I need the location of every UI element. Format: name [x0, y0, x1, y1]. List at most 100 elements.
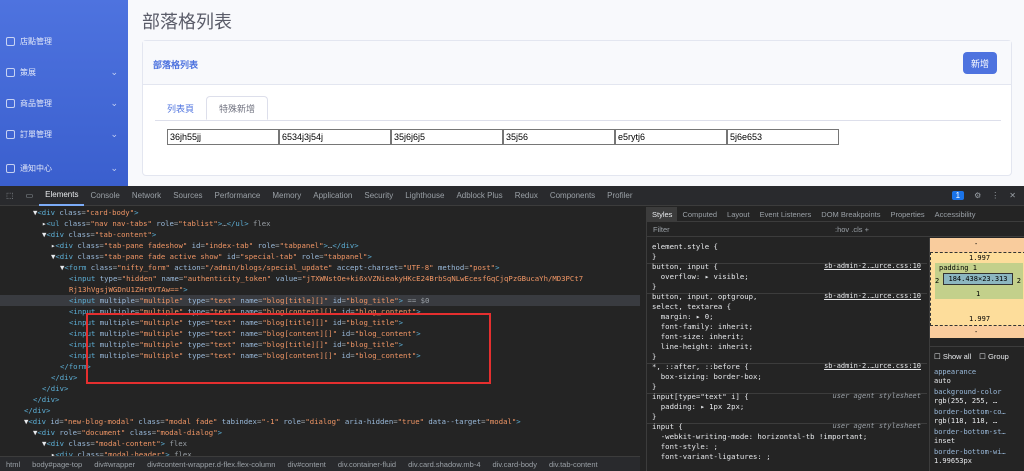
- computed-prop[interactable]: appearance auto: [934, 368, 1024, 386]
- devtools-tab-redux[interactable]: Redux: [509, 186, 544, 206]
- devtools-tab-profiler[interactable]: Profiler: [601, 186, 638, 206]
- styles-subtab-computed[interactable]: Computed: [677, 207, 722, 222]
- devtools-tabs: Elements Console Network Sources Performance…: [39, 186, 638, 206]
- breadcrumb-item[interactable]: html: [6, 460, 20, 469]
- devtools-tab-performance[interactable]: Performance: [209, 186, 267, 206]
- blog-title-input[interactable]: [167, 129, 279, 145]
- flag-icon: [6, 36, 15, 46]
- dom-node-line[interactable]: ▼<div class="tab-pane fade active show" …: [0, 251, 640, 262]
- sidebar-item-stores[interactable]: 店點管理: [0, 31, 128, 51]
- dom-node-line[interactable]: ▼<form class="nifty_form" action="/admin…: [0, 262, 640, 273]
- dom-node-line[interactable]: ▼<div id="new-blog-modal" class="modal f…: [0, 416, 640, 427]
- computed-prop[interactable]: background-color rgb(255, 255, …: [934, 388, 1024, 406]
- dom-breadcrumbs: html body#page-top div#wrapper div#content-…: [0, 456, 640, 471]
- devtools-tab-lighthouse[interactable]: Lighthouse: [399, 186, 450, 206]
- blog-content-input[interactable]: [279, 129, 391, 145]
- dom-node-line[interactable]: ▸<ul class="nav nav-tabs" role="tablist"…: [0, 218, 640, 229]
- styles-subtab-properties[interactable]: Properties: [885, 207, 929, 222]
- devtools-panel: ⬚ ▭ Elements Console Network Sources Perform…: [0, 186, 1024, 471]
- devtools-tab-elements[interactable]: Elements: [39, 186, 85, 206]
- tab-divider: [155, 120, 1001, 121]
- dom-node-line[interactable]: </div>: [0, 394, 640, 405]
- gear-icon[interactable]: ⚙: [974, 191, 981, 200]
- dom-node-line[interactable]: ▸<div class="tab-pane fadeshow" id="inde…: [0, 240, 640, 251]
- devtools-tab-memory[interactable]: Memory: [266, 186, 307, 206]
- inspect-icon[interactable]: ⬚: [0, 186, 20, 206]
- breadcrumb-item[interactable]: div#content-wrapper.d-flex.flex-column: [147, 460, 275, 469]
- blog-title-input[interactable]: [391, 129, 503, 145]
- devtools-tab-security[interactable]: Security: [358, 186, 399, 206]
- style-source-link[interactable]: sb-admin-2.…urce.css:10: [824, 362, 921, 370]
- more-icon[interactable]: ⋮: [991, 191, 999, 200]
- blog-content-input[interactable]: [727, 129, 839, 145]
- breadcrumb-item[interactable]: div.card-body: [493, 460, 537, 469]
- devtools-tab-adblock-plus[interactable]: Adblock Plus: [450, 186, 508, 206]
- box-model-padding: padding 1 2 2 1 184.438×23.313: [935, 263, 1023, 299]
- devtools-tab-application[interactable]: Application: [307, 186, 358, 206]
- sidebar-item-notifications[interactable]: 通知中心 ⌄: [0, 158, 128, 178]
- style-rule-line: box-sizing: border-box;: [652, 372, 762, 381]
- devtools-tab-sources[interactable]: Sources: [167, 186, 208, 206]
- style-rule-line: -webkit-writing-mode: horizontal-tb !imp…: [652, 432, 868, 441]
- breadcrumb-item[interactable]: body#page-top: [32, 460, 82, 469]
- dom-node-line[interactable]: </div>: [0, 383, 640, 394]
- style-source-link[interactable]: sb-admin-2.…urce.css:10: [824, 262, 921, 270]
- issues-badge[interactable]: 1: [951, 191, 965, 200]
- styles-subtab-layout[interactable]: Layout: [722, 207, 755, 222]
- styles-subtab-event-listeners[interactable]: Event Listeners: [755, 207, 817, 222]
- styles-subtab-dom-breakpoints[interactable]: DOM Breakpoints: [816, 207, 885, 222]
- blog-content-input[interactable]: [503, 129, 615, 145]
- sidebar-item-curation[interactable]: 策展 ⌄: [0, 62, 128, 82]
- group-checkbox[interactable]: ☐ Group: [979, 352, 1009, 361]
- chevron-down-icon: ⌄: [110, 98, 118, 108]
- blog-title-input[interactable]: [615, 129, 727, 145]
- show-all-checkbox[interactable]: ☐ Show all: [934, 352, 971, 361]
- bell-icon: [6, 163, 15, 173]
- devtools-tab-components[interactable]: Components: [544, 186, 601, 206]
- box-icon: [6, 98, 15, 108]
- tab-special-add[interactable]: 特殊新增: [206, 96, 269, 120]
- style-rule-line: }: [652, 352, 657, 361]
- dom-node-line[interactable]: </div>: [0, 405, 640, 416]
- dom-node-line[interactable]: Rj13hVgsjWGDnU1ZHr6VTAw==">: [0, 284, 640, 295]
- styles-subtab-styles[interactable]: Styles: [647, 207, 678, 222]
- style-source-link[interactable]: sb-admin-2.…urce.css:10: [824, 292, 921, 300]
- style-rule-line: font-size: inherit;: [652, 332, 745, 341]
- style-rule-line: }: [652, 252, 657, 261]
- dom-node-line[interactable]: <input multiple="multiple" type="text" n…: [0, 295, 640, 306]
- close-icon[interactable]: ✕: [1009, 191, 1016, 200]
- breadcrumb-item[interactable]: div#content: [287, 460, 325, 469]
- style-rules: element.style {} button, input {sb-admin-…: [647, 238, 927, 471]
- dom-node-line[interactable]: <input type="hidden" name="authenticity_…: [0, 273, 640, 284]
- blog-card: 部落格列表 新增 列表頁 特殊新增: [142, 40, 1012, 176]
- dom-node-line[interactable]: ▼<div role="document" class="modal-dialo…: [0, 427, 640, 438]
- breadcrumb-item[interactable]: div.tab-content: [549, 460, 598, 469]
- new-button[interactable]: 新增: [963, 52, 997, 74]
- style-rule-line: input {: [652, 422, 683, 431]
- tab-list[interactable]: 列表頁: [155, 96, 206, 120]
- style-rule-line: font-style: ;: [652, 442, 718, 451]
- filter-row: Filter :hov .cls +: [647, 222, 1024, 237]
- computed-prop[interactable]: border-bottom-wi… 1.99653px: [934, 448, 1024, 466]
- filter-tools[interactable]: :hov .cls +: [835, 225, 869, 234]
- breadcrumb-item[interactable]: div.card.shadow.mb-4: [408, 460, 480, 469]
- style-rule-line: select, textarea {: [652, 302, 732, 311]
- devtools-toolbar: ⬚ ▭ Elements Console Network Sources Perform…: [0, 186, 1024, 206]
- blog-form: [167, 129, 839, 145]
- sidebar-item-products[interactable]: 商品管理 ⌄: [0, 93, 128, 113]
- styles-subtab-accessibility[interactable]: Accessibility: [930, 207, 981, 222]
- computed-prop[interactable]: border-bottom-co… rgb(118, 118, …: [934, 408, 1024, 426]
- dom-node-line[interactable]: ▼<div class="card-body">: [0, 207, 640, 218]
- dom-node-line[interactable]: ▼<div class="tab-content">: [0, 229, 640, 240]
- filter-input[interactable]: Filter: [653, 225, 670, 234]
- devtools-tab-network[interactable]: Network: [126, 186, 167, 206]
- style-rule-line: }: [652, 412, 657, 421]
- device-toggle-icon[interactable]: ▭: [20, 186, 40, 206]
- style-rule-line: line-height: inherit;: [652, 342, 754, 351]
- breadcrumb-item[interactable]: div#wrapper: [94, 460, 135, 469]
- computed-prop[interactable]: border-bottom-st… inset: [934, 428, 1024, 446]
- sidebar-item-orders[interactable]: 訂單管理 ⌄: [0, 124, 128, 144]
- devtools-tab-console[interactable]: Console: [84, 186, 125, 206]
- dom-node-line[interactable]: ▼<div class="modal-content"> flex: [0, 438, 640, 449]
- breadcrumb-item[interactable]: div.container-fluid: [338, 460, 396, 469]
